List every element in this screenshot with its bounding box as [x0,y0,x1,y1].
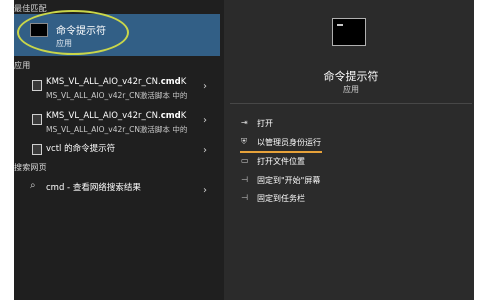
pin-icon: ⊣ [241,193,248,202]
shield-admin-icon: ⛨ [241,137,247,146]
list-item-subtitle: MS_VL_ALL_AIO_v42r_CN激活脚本 中的 [46,125,188,134]
action-label: 以管理员身份运行 [257,138,321,147]
web-search-text: cmd - 查看网络搜索结果 [46,183,141,193]
list-item-title: KMS_VL_ALL_AIO_v42r_CN.cmdK [46,77,187,87]
apps-label: 应用 [14,61,31,70]
chevron-right-icon[interactable]: › [203,81,207,92]
list-item[interactable]: KMS_VL_ALL_AIO_v42r_CN.cmdK MS_VL_ALL_AI… [14,77,220,105]
pin-icon: ⊣ [241,175,248,184]
folder-icon: ▭ [241,156,249,165]
search-icon: ⌕ [30,180,36,191]
highlight-annotation [17,10,129,55]
script-file-icon [32,80,42,91]
app-title: 命令提示符 [323,70,379,83]
web-search-label: 搜索网页 [14,163,47,172]
app-type: 应用 [343,85,359,94]
action-label: 固定到任务栏 [257,194,305,203]
chevron-right-icon[interactable]: › [203,185,207,196]
annotation-underline [240,151,322,153]
action-label: 打开文件位置 [257,157,305,166]
script-file-icon [32,114,42,125]
action-label: 固定到"开始"屏幕 [257,176,321,185]
terminal-icon [32,144,42,155]
list-item[interactable]: KMS_VL_ALL_AIO_v42r_CN.cmdK MS_VL_ALL_AI… [14,111,220,139]
chevron-right-icon[interactable]: › [203,145,207,156]
web-search-item[interactable]: ⌕ cmd - 查看网络搜索结果 › [14,180,220,209]
open-icon: ⇥ [241,118,248,127]
terminal-large-icon [332,18,366,46]
list-item-subtitle: MS_VL_ALL_AIO_v42r_CN激活脚本 中的 [46,91,188,100]
action-label: 打开 [257,119,273,128]
list-item-title: KMS_VL_ALL_AIO_v42r_CN.cmdK [46,111,187,121]
chevron-right-icon[interactable]: › [203,115,207,126]
divider [230,103,472,104]
list-item-title: vctl 的命令提示符 [46,144,116,154]
best-match-label: 最佳匹配 [14,4,47,13]
